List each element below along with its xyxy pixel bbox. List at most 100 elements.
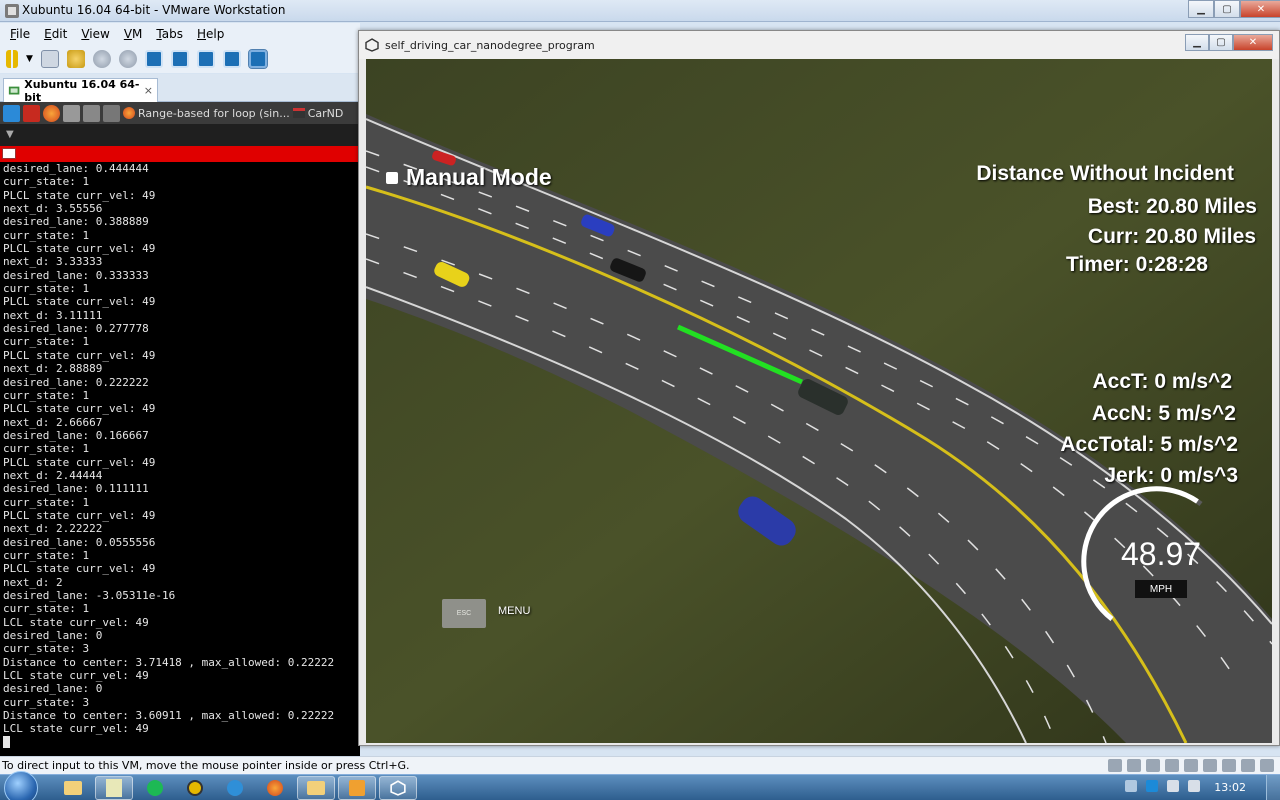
unity-mode-icon[interactable] — [222, 50, 241, 68]
terminal-line: next_d: 2.22222 — [3, 522, 103, 536]
terminal-line: curr_state: 1 — [3, 335, 90, 349]
best-distance: Best: 20.80 Miles — [1087, 195, 1257, 218]
terminal-line: desired_lane: -3.05311e-16 — [3, 589, 176, 602]
show-desktop-button[interactable] — [1266, 775, 1280, 800]
close-button[interactable]: ✕ — [1240, 0, 1280, 18]
menu-tabs[interactable]: Tabs — [156, 27, 183, 41]
terminal-topbar: ▼ — [0, 124, 360, 146]
jerk: Jerk: 0 m/s^3 — [1104, 464, 1238, 487]
menu-view[interactable]: View — [81, 27, 109, 41]
windows-taskbar: 13:02 — [0, 771, 1280, 800]
menu-file[interactable]: File — [10, 27, 30, 41]
console-view-icon[interactable] — [247, 49, 268, 69]
whisker-menu-icon[interactable] — [3, 104, 20, 122]
network-tray-icon[interactable] — [1167, 780, 1179, 792]
taskbar-app-icon[interactable] — [176, 776, 214, 800]
sound-icon[interactable] — [1203, 759, 1217, 772]
tab-xubuntu-vm[interactable]: Xubuntu 16.04 64-bit × — [3, 77, 158, 104]
current-distance: Curr: 20.80 Miles — [1087, 225, 1256, 248]
taskbar-notepad-icon[interactable] — [95, 776, 133, 800]
screenshot-launcher-icon[interactable] — [83, 104, 100, 122]
task-carnd-label: CarND — [307, 106, 344, 120]
dropbox-icon[interactable] — [1146, 780, 1158, 792]
task-firefox[interactable]: Range-based for loop (sin... — [123, 107, 290, 120]
terminal-line: curr_state: 1 — [3, 175, 90, 189]
task-firefox-label: Range-based for loop (sin... — [138, 106, 290, 120]
terminal-line: Distance to center: 3.60911 , max_allowe… — [3, 709, 335, 723]
tab-label: Xubuntu 16.04 64-bit — [24, 77, 140, 104]
menu-label: MENU — [498, 605, 531, 617]
taskbar-ie-icon[interactable] — [216, 776, 254, 800]
printer-icon[interactable] — [1222, 759, 1236, 772]
terminal-line: desired_lane: 0.166667 — [3, 428, 149, 442]
floppy-icon[interactable] — [1146, 759, 1160, 772]
menu-edit[interactable]: Edit — [44, 27, 67, 41]
acc-total: AccTotal: 5 m/s^2 — [1060, 433, 1238, 456]
display-icon[interactable] — [1241, 759, 1255, 772]
full-screen-icon[interactable] — [196, 50, 215, 68]
vm-icon — [8, 86, 20, 94]
device-status-icons — [1108, 759, 1274, 772]
taskbar-folder-icon[interactable] — [297, 776, 335, 800]
minimize-button[interactable]: ▁ — [1188, 0, 1214, 18]
sim-minimize-button[interactable]: ▁ — [1185, 34, 1209, 51]
start-button[interactable] — [4, 771, 38, 800]
firefox-launcher-icon[interactable] — [43, 104, 60, 122]
sim-maximize-button[interactable]: ▢ — [1209, 34, 1233, 51]
manual-mode-label: Manual Mode — [406, 164, 552, 190]
usb-icon[interactable] — [1165, 759, 1179, 772]
sim-close-button[interactable]: ✕ — [1233, 34, 1273, 51]
manual-mode-toggle[interactable]: Manual Mode — [386, 164, 552, 191]
network-icon[interactable] — [1184, 759, 1198, 772]
task-carnd[interactable]: CarND — [292, 106, 344, 120]
pause-icon[interactable] — [6, 50, 18, 68]
esc-key-button[interactable]: ESC — [442, 599, 486, 628]
menu-help[interactable]: Help — [197, 27, 224, 41]
taskbar-explorer-icon[interactable] — [54, 776, 92, 800]
vmware-statusbar: To direct input to this VM, move the mou… — [0, 756, 1280, 774]
terminal-line: curr_state: 1 — [3, 602, 90, 616]
terminal-line: LCL state curr_vel: 49 — [3, 615, 149, 629]
clock[interactable]: 13:02 — [1214, 781, 1246, 794]
taskbar-vmware-icon[interactable] — [338, 776, 376, 800]
snapshot-manager-icon[interactable] — [118, 50, 137, 68]
terminal-launcher-icon[interactable] — [23, 104, 40, 122]
terminal-line: desired_lane: 0.333333 — [3, 268, 149, 282]
tab-close-icon[interactable]: × — [144, 84, 153, 97]
manual-mode-checkbox[interactable] — [386, 171, 398, 184]
taskbar-spotify-icon[interactable] — [136, 776, 174, 800]
terminal-line: next_d: 3.55556 — [3, 202, 103, 216]
simulator-viewport[interactable]: Manual Mode Distance Without Incident Be… — [366, 59, 1272, 743]
send-ctrl-alt-del-icon[interactable] — [40, 50, 59, 68]
terminal-line: desired_lane: 0.222222 — [3, 375, 149, 389]
taskbar-unity-icon[interactable] — [379, 776, 417, 800]
taskbar-firefox-icon[interactable] — [256, 776, 294, 800]
show-library-icon[interactable] — [144, 50, 163, 68]
maximize-button[interactable]: ▢ — [1214, 0, 1240, 18]
terminal-line: LCL state curr_vel: 49 — [3, 669, 149, 683]
chevron-down-icon[interactable]: ▼ — [26, 54, 33, 64]
volume-icon[interactable] — [1188, 780, 1200, 792]
terminal-line: curr_state: 1 — [3, 548, 90, 562]
hard-disk-icon[interactable] — [1108, 759, 1122, 772]
terminal-output: desired_lane: 0.444444 curr_state: 1 PLCL … — [0, 162, 360, 749]
terminal-prompt — [3, 735, 360, 749]
dropdown-icon[interactable]: ▼ — [6, 129, 14, 140]
terminal-line: curr_state: 1 — [3, 442, 90, 456]
revert-snapshot-icon[interactable] — [92, 50, 111, 68]
terminal-line: PLCL state curr_vel: 49 — [3, 348, 156, 362]
terminal-line: curr_state: 1 — [3, 388, 90, 402]
menu-vm[interactable]: VM — [124, 27, 143, 41]
thumbnail-bar-icon[interactable] — [170, 50, 189, 68]
snapshot-icon[interactable] — [66, 50, 85, 68]
terminal-window[interactable]: ▼ desired_lane: 0.444444 curr_state: 1 PLC… — [0, 124, 360, 756]
terminal-line: curr_state: 3 — [3, 642, 90, 656]
files-launcher-icon[interactable] — [63, 104, 80, 122]
editor-launcher-icon[interactable] — [103, 104, 120, 122]
speedometer-value: 48.97 — [1121, 536, 1202, 572]
tray-chevron-icon[interactable] — [1125, 780, 1137, 792]
terminal-line: PLCL state curr_vel: 49 — [3, 402, 156, 416]
message-log-icon[interactable] — [1260, 759, 1274, 772]
terminal-line: next_d: 3.11111 — [3, 308, 103, 322]
cd-drive-icon[interactable] — [1127, 759, 1141, 772]
